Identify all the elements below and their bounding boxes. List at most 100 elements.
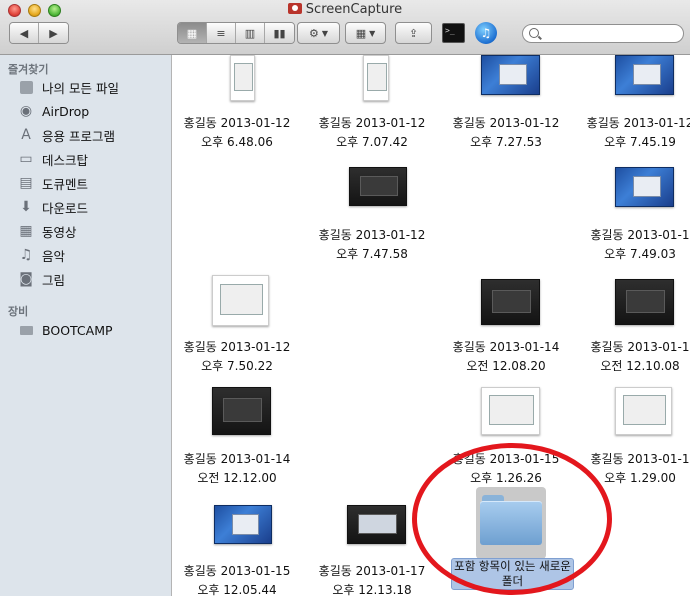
file-name: 홍길동 2013-01-15	[183, 564, 291, 578]
airdrop-icon: ◉	[19, 103, 33, 119]
sidebar-item-documents[interactable]: ▤ 도큐멘트	[18, 172, 168, 194]
chevron-down-icon: ▼	[321, 28, 329, 38]
screenshot-thumbnail	[481, 55, 540, 95]
file-name: 홍길동 2013-01-12	[318, 228, 426, 242]
music-icon: ♫	[19, 247, 33, 263]
terminal-button[interactable]: >_	[442, 23, 465, 43]
sidebar-item-label: 데스크탑	[42, 152, 89, 168]
search-field[interactable]	[522, 24, 684, 43]
arrange-menu-button[interactable]: ▦ ▼	[345, 22, 386, 44]
cover-flow-button[interactable]: ▮▮	[265, 23, 294, 43]
back-button[interactable]: ◀	[10, 23, 39, 43]
navigation-buttons: ◀ ▶	[9, 22, 69, 44]
highlight-circle-annotation	[412, 443, 612, 595]
terminal-icon: >_	[445, 26, 455, 35]
window-title-area: ScreenCapture	[0, 2, 690, 17]
screenshot-thumbnail	[347, 505, 406, 544]
sidebar-item-label: 동영상	[42, 224, 77, 240]
file-time: 오후 6.48.06	[201, 135, 273, 149]
file-name: 홍길동 2013-01-12	[452, 116, 560, 130]
screenshot-thumbnail	[212, 387, 271, 435]
favorites-header: 즐겨찾기	[8, 63, 49, 76]
finder-window: ScreenCapture ◀ ▶ ▦ ≡ ▥ ▮▮ ⚙ ▼ ▦ ▼ ⇪ >_ ♫ …	[0, 0, 690, 596]
screenshot-thumbnail	[212, 275, 269, 326]
devices-header: 장비	[8, 305, 29, 318]
forward-button[interactable]: ▶	[39, 23, 68, 43]
folder-icon	[287, 3, 302, 14]
screenshot-thumbnail	[615, 387, 672, 435]
screenshot-thumbnail	[481, 279, 540, 325]
desktop-icon: ▭	[19, 151, 33, 167]
screenshot-thumbnail	[481, 387, 540, 435]
file-name: 홍길동 2013-01-1	[590, 228, 690, 242]
file-time: 오후 12.05.44	[197, 583, 277, 596]
music-note-icon: ♫	[480, 26, 492, 40]
file-name: 홍길동 2013-01-1	[590, 452, 690, 466]
sidebar-item-label: BOOTCAMP	[42, 322, 113, 338]
file-time: 오후 7.07.42	[336, 135, 408, 149]
columns-icon: ▥	[244, 26, 256, 40]
all-files-icon	[18, 79, 34, 95]
sidebar-item-airdrop[interactable]: ◉ AirDrop	[18, 100, 168, 122]
sidebar-item-label: 나의 모든 파일	[42, 80, 119, 96]
file-name: 홍길동 2013-01-14	[183, 452, 291, 466]
icon-view-button[interactable]: ▦	[178, 23, 207, 43]
sidebar-item-movies[interactable]: ▦ 동영상	[18, 220, 168, 242]
view-mode-selector: ▦ ≡ ▥ ▮▮	[177, 22, 295, 44]
sidebar-item-pictures[interactable]: ◙ 그림	[18, 268, 168, 290]
screenshot-thumbnail	[230, 55, 255, 101]
file-name: 홍길동 2013-01-12	[183, 116, 291, 130]
file-time: 오후 12.13.18	[332, 583, 412, 596]
sidebar-item-label: 음악	[42, 248, 66, 264]
toolbar: ScreenCapture ◀ ▶ ▦ ≡ ▥ ▮▮ ⚙ ▼ ▦ ▼ ⇪ >_ ♫	[0, 0, 690, 55]
file-name: 홍길동 2013-01-12	[586, 116, 690, 130]
applications-icon: A	[21, 127, 31, 143]
sidebar-item-label: 그림	[42, 272, 66, 288]
downloads-icon: ⬇	[20, 199, 32, 215]
screenshot-thumbnail	[615, 167, 674, 207]
search-icon	[529, 28, 539, 38]
back-arrow-icon: ◀	[19, 26, 29, 40]
list-view-button[interactable]: ≡	[207, 23, 236, 43]
column-view-button[interactable]: ▥	[236, 23, 265, 43]
sidebar-item-label: 도큐멘트	[42, 176, 89, 192]
file-time: 오전 12.10.08	[600, 359, 680, 373]
file-name: 홍길동 2013-01-17	[318, 564, 426, 578]
file-name: 홍길동 2013-01-14	[452, 340, 560, 354]
search-input[interactable]	[543, 26, 683, 43]
gear-icon: ⚙	[308, 26, 319, 40]
file-name: 홍길동 2013-01-1	[590, 340, 690, 354]
screenshot-thumbnail	[363, 55, 389, 101]
drive-icon	[18, 322, 34, 338]
file-time: 오전 12.08.20	[466, 359, 546, 373]
screenshot-thumbnail	[615, 55, 674, 95]
screenshot-thumbnail	[349, 167, 407, 206]
sidebar-item-label: 다운로드	[42, 200, 89, 216]
screenshot-thumbnail	[615, 279, 674, 325]
sidebar-item-applications[interactable]: A 응용 프로그램	[18, 124, 168, 146]
sidebar-item-downloads[interactable]: ⬇ 다운로드	[18, 196, 168, 218]
itunes-button[interactable]: ♫	[475, 22, 497, 44]
share-icon: ⇪	[408, 26, 419, 40]
sidebar-item-desktop[interactable]: ▭ 데스크탑	[18, 148, 168, 170]
arrange-grid-icon: ▦	[355, 26, 367, 40]
file-name: 홍길동 2013-01-12	[318, 116, 426, 130]
sidebar-item-label: 응용 프로그램	[42, 128, 115, 144]
chevron-down-icon: ▼	[369, 28, 376, 38]
screenshot-thumbnail	[214, 505, 272, 544]
pictures-icon: ◙	[19, 271, 33, 287]
share-button[interactable]: ⇪	[395, 22, 432, 44]
window-title: ScreenCapture	[305, 2, 403, 17]
grid-icon: ▦	[186, 26, 198, 40]
file-time: 오후 7.27.53	[470, 135, 542, 149]
forward-arrow-icon: ▶	[49, 26, 58, 40]
sidebar-item-bootcamp[interactable]: BOOTCAMP	[18, 319, 168, 341]
sidebar-item-music[interactable]: ♫ 음악	[18, 244, 168, 266]
file-time: 오전 12.12.00	[197, 471, 277, 485]
sidebar-item-all-files[interactable]: 나의 모든 파일	[18, 76, 168, 98]
file-time: 오후 7.45.19	[604, 135, 676, 149]
file-name: 홍길동 2013-01-12	[183, 340, 291, 354]
file-time: 오후 7.47.58	[336, 247, 408, 261]
action-menu-button[interactable]: ⚙ ▼	[297, 22, 340, 44]
documents-icon: ▤	[19, 175, 33, 191]
